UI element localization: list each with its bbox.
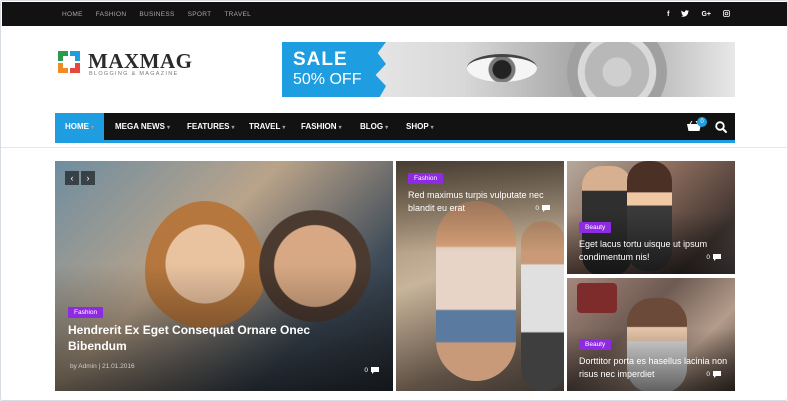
chevron-down-icon: ▾ <box>430 125 434 131</box>
nav-label-shop: SHOP <box>406 122 429 131</box>
search-button[interactable] <box>715 120 729 134</box>
post-title[interactable]: Red maximus turpis vulputate nec blandit… <box>408 189 553 215</box>
sale-banner[interactable]: SALE 50% OFF <box>282 42 735 97</box>
nav-item-home[interactable]: HOME ▾ <box>55 113 105 140</box>
comment-count-value: 0 <box>364 367 368 374</box>
chevron-down-icon: ▾ <box>338 125 342 131</box>
chevron-down-icon: ▾ <box>385 125 389 131</box>
comment-count[interactable]: 0 <box>364 367 379 374</box>
post-meta: by Admin | 21.01.2016 <box>70 363 135 370</box>
top-link-fashion[interactable]: FASHION <box>96 11 127 18</box>
comment-count-value: 0 <box>706 254 710 261</box>
twitter-icon[interactable] <box>681 9 690 19</box>
nav-label-fashion: FASHION <box>301 122 337 131</box>
comment-icon <box>542 205 550 212</box>
category-badge[interactable]: Fashion <box>408 173 444 184</box>
logo-tagline: BLOGGING & MAGAZINE <box>89 71 179 77</box>
category-badge[interactable]: Beauty <box>579 222 612 233</box>
search-icon <box>715 121 727 133</box>
top-nav: HOME FASHION BUSINESS SPORT TRAVEL <box>62 2 251 26</box>
site-logo[interactable]: MAXMAG BLOGGING & MAGAZINE <box>58 49 198 83</box>
banner-sale-text: SALE <box>293 49 348 70</box>
nav-item-shop[interactable]: SHOP ▾ <box>406 113 434 140</box>
comment-icon <box>371 367 379 374</box>
top-bar: HOME FASHION BUSINESS SPORT TRAVEL f G+ <box>2 2 787 26</box>
header-divider <box>1 147 787 148</box>
nav-item-features[interactable]: FEATURES ▾ <box>187 113 235 140</box>
comment-icon <box>713 254 721 261</box>
chevron-left-icon[interactable]: ‹ <box>65 171 79 185</box>
featured-post-4[interactable]: Beauty Dorttitor porta es hasellus lacin… <box>567 278 735 391</box>
eye-photo <box>467 54 537 82</box>
chevron-down-icon: ▾ <box>231 125 235 131</box>
comment-count[interactable]: 0 <box>706 254 721 261</box>
facebook-icon[interactable]: f <box>667 11 669 18</box>
chevron-down-icon: ▾ <box>166 125 170 131</box>
nav-item-travel[interactable]: TRAVEL ▾ <box>249 113 285 140</box>
comment-count[interactable]: 0 <box>535 205 550 212</box>
comment-count-value: 0 <box>535 205 539 212</box>
chevron-right-icon[interactable]: › <box>81 171 95 185</box>
nav-label-home: HOME <box>65 122 89 131</box>
nav-label-travel: TRAVEL <box>249 122 281 131</box>
featured-post-2[interactable]: Fashion Red maximus turpis vulputate nec… <box>396 161 564 391</box>
top-link-home[interactable]: HOME <box>62 11 83 18</box>
chevron-down-icon: ▾ <box>91 125 95 131</box>
logo-mark-icon <box>58 51 80 73</box>
nav-item-mega-news[interactable]: MEGA NEWS ▾ <box>115 113 170 140</box>
comment-count-value: 0 <box>706 371 710 378</box>
banner-discount-text: 50% OFF <box>293 71 362 88</box>
top-link-sport[interactable]: SPORT <box>188 11 212 18</box>
nav-label-blog: BLOG <box>360 122 384 131</box>
comment-icon <box>713 371 721 378</box>
chevron-down-icon: ▾ <box>282 125 286 131</box>
featured-post-3[interactable]: Beauty Eget lacus tortu uisque ut ipsum … <box>567 161 735 274</box>
cart-button[interactable]: 0 <box>687 117 707 134</box>
category-badge[interactable]: Fashion <box>68 307 104 318</box>
citrus-photo <box>567 42 667 97</box>
featured-post-main[interactable]: ‹ › Fashion Hendrerit Ex Eget Consequat … <box>55 161 393 391</box>
social-links: f G+ <box>667 2 730 26</box>
top-link-business[interactable]: BUSINESS <box>139 11 174 18</box>
slider-arrows: ‹ › <box>65 171 95 185</box>
page-frame: HOME FASHION BUSINESS SPORT TRAVEL f G+ … <box>0 0 788 401</box>
instagram-icon[interactable] <box>723 9 730 19</box>
comment-count[interactable]: 0 <box>706 371 721 378</box>
tile-overlay <box>55 161 393 391</box>
nav-label-mega-news: MEGA NEWS <box>115 122 165 131</box>
category-badge[interactable]: Beauty <box>579 339 612 350</box>
top-link-travel[interactable]: TRAVEL <box>224 11 251 18</box>
google-plus-icon[interactable]: G+ <box>701 11 711 18</box>
nav-label-features: FEATURES <box>187 122 230 131</box>
cart-count-badge: 0 <box>697 117 707 127</box>
nav-item-fashion[interactable]: FASHION ▾ <box>301 113 342 140</box>
main-nav: HOME ▾ MEGA NEWS ▾ FEATURES ▾ TRAVEL ▾ FASHI… <box>55 113 735 143</box>
post-title[interactable]: Hendrerit Ex Eget Consequat Ornare Onec … <box>68 322 348 354</box>
nav-item-blog[interactable]: BLOG ▾ <box>360 113 388 140</box>
